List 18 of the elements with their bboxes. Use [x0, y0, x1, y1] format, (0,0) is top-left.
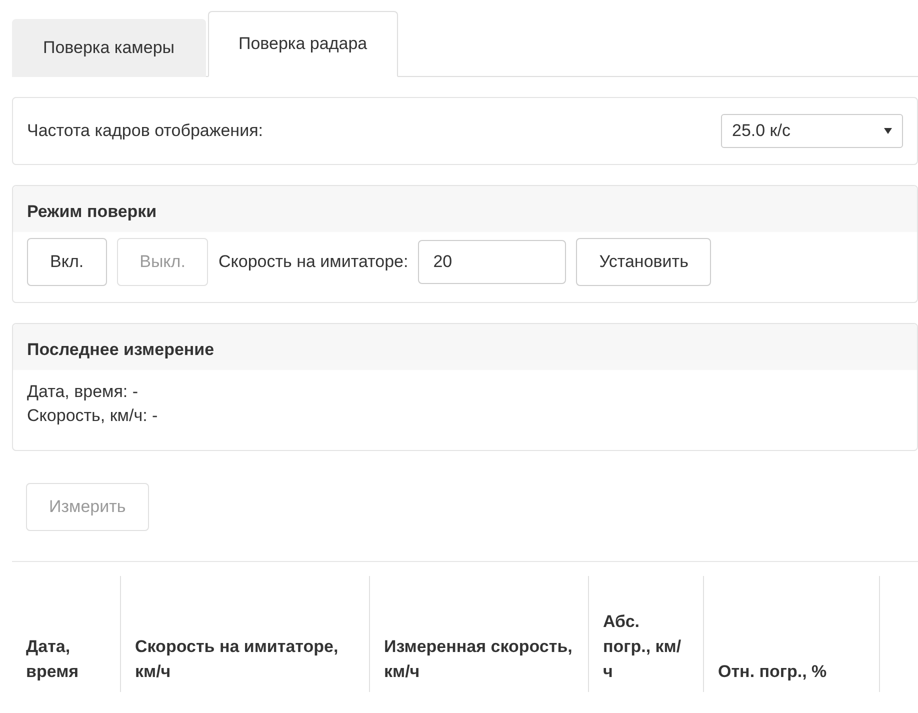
column-header: Дата, время [12, 576, 120, 692]
speed-label: Скорость на имитаторе: [218, 252, 408, 272]
column-header: Отн. погр., % [704, 576, 880, 692]
info-text: Дата, время: - [27, 381, 140, 403]
panel-heading: Последнее измерение [13, 324, 917, 370]
speed-input[interactable]: 20 [418, 240, 566, 284]
column-header: Абс. погр., км/ч [588, 576, 704, 692]
column-header: Скорость на имитаторе, км/ч [120, 576, 370, 692]
frame-rate-label: Частота кадров отображения: [27, 121, 263, 141]
set-button[interactable]: Установить [576, 238, 712, 286]
info-text: Скорость, км/ч: - [27, 405, 159, 427]
column-header: Измеренная скорость, км/ч [370, 576, 588, 692]
mode-button[interactable]: Вкл. [27, 238, 107, 286]
panel-heading: Режим поверки [13, 186, 917, 232]
frame-rate-select[interactable]: 25.0 к/с [721, 114, 903, 148]
tab[interactable]: Поверка радара [208, 11, 398, 77]
caret-icon [884, 128, 892, 134]
tab[interactable]: Поверка камеры [12, 19, 206, 77]
